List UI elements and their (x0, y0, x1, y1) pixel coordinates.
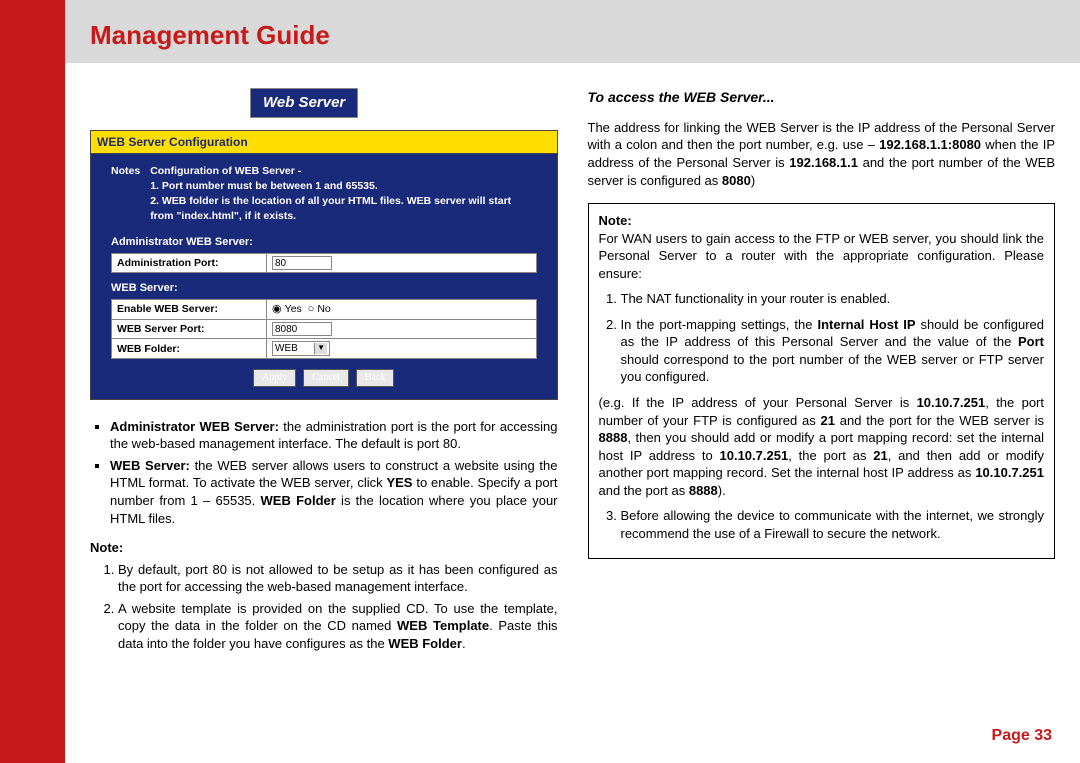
inline-bold: 21 (873, 448, 887, 463)
inline-bold: 192.168.1.1 (789, 155, 858, 170)
inline-bold: 8888 (689, 483, 718, 498)
radio-no[interactable]: ○ (308, 303, 318, 315)
note-text: and the port for the WEB server is (835, 413, 1044, 428)
config-notes: Notes Configuration of WEB Server - 1. P… (111, 164, 537, 223)
inline-bold: Internal Host IP (817, 317, 915, 332)
table-row: WEB Server Port: 8080 (112, 319, 537, 338)
note-text: and the port as (599, 483, 689, 498)
page-title: Management Guide (90, 20, 1055, 51)
inline-bold: 8080 (722, 173, 751, 188)
header-band: Management Guide (65, 0, 1080, 63)
notes-label: Notes (111, 164, 140, 223)
page-wrap: Management Guide Web Server WEB Server C… (0, 0, 1080, 763)
yes-label: Yes (285, 303, 302, 315)
no-label: No (317, 303, 330, 315)
list-item: By default, port 80 is not allowed to be… (118, 561, 558, 596)
paragraph: The address for linking the WEB Server i… (588, 119, 1056, 189)
folder-label: WEB Folder: (112, 339, 267, 359)
web-server-tab: Web Server (250, 88, 358, 118)
bullet-bold: Administrator WEB Server: (110, 419, 279, 434)
list-item: The NAT functionality in your router is … (621, 290, 1045, 308)
list-item: A website template is provided on the su… (118, 600, 558, 653)
port-cell: 8080 (267, 319, 537, 338)
inline-bold: Port (1018, 334, 1044, 349)
paragraph: (e.g. If the IP address of your Personal… (599, 394, 1045, 499)
inline-bold: 21 (821, 413, 835, 428)
inline-bold: 192.168.1.1:8080 (879, 137, 981, 152)
left-note-list: By default, port 80 is not allowed to be… (90, 561, 558, 653)
inline-bold: 10.10.7.251 (720, 448, 789, 463)
left-red-sidebar (0, 0, 65, 763)
inline-bold: 10.10.7.251 (917, 395, 986, 410)
config-screenshot: Web Server WEB Server Configuration Note… (90, 88, 558, 400)
list-item: In the port-mapping settings, the Intern… (621, 316, 1045, 386)
button-row: Apply Cancel Back (111, 369, 537, 387)
inline-bold: WEB Folder (261, 493, 336, 508)
admin-port-label: Administration Port: (112, 254, 267, 273)
inline-bold: YES (386, 475, 412, 490)
section-subhead: To access the WEB Server... (588, 88, 1056, 107)
config-body: Notes Configuration of WEB Server - 1. P… (91, 154, 557, 398)
bullet-bold: WEB Server: (110, 458, 190, 473)
table-row: WEB Folder: WEB ▼ (112, 339, 537, 359)
apply-button[interactable]: Apply (253, 369, 296, 387)
note-text: In the port-mapping settings, the (621, 317, 818, 332)
column-right: To access the WEB Server... The address … (588, 88, 1056, 656)
note-box-list: The NAT functionality in your router is … (599, 290, 1045, 386)
note-text: For WAN users to gain access to the FTP … (599, 231, 1045, 281)
admin-table: Administration Port: 80 (111, 253, 537, 273)
page-number: Page 33 (992, 727, 1052, 745)
admin-section-label: Administrator WEB Server: (111, 235, 537, 250)
inline-bold: WEB Template (397, 618, 489, 633)
cancel-button[interactable]: Cancel (303, 369, 349, 387)
list-item: Before allowing the device to communicat… (621, 507, 1045, 542)
web-section-label: WEB Server: (111, 281, 537, 296)
column-left: Web Server WEB Server Configuration Note… (90, 88, 558, 656)
inline-bold: 10.10.7.251 (975, 465, 1044, 480)
note-box-list-cont: Before allowing the device to communicat… (599, 507, 1045, 542)
note-heading: Note: (599, 213, 632, 228)
folder-value: WEB (275, 342, 298, 356)
para-text: ) (751, 173, 755, 188)
notes-text: Configuration of WEB Server - 1. Port nu… (150, 164, 536, 223)
config-panel-header: WEB Server Configuration (91, 131, 557, 154)
chevron-down-icon: ▼ (314, 343, 327, 354)
admin-port-input[interactable]: 80 (272, 256, 332, 270)
enable-label: Enable WEB Server: (112, 300, 267, 320)
port-label: WEB Server Port: (112, 319, 267, 338)
note-text: , the port as (788, 448, 873, 463)
enable-cell: ◉ Yes ○ No (267, 300, 537, 320)
admin-port-cell: 80 (267, 254, 537, 273)
columns: Web Server WEB Server Configuration Note… (65, 63, 1080, 666)
folder-select[interactable]: WEB ▼ (272, 341, 330, 356)
table-row: Enable WEB Server: ◉ Yes ○ No (112, 300, 537, 320)
bullet-list: Administrator WEB Server: the administra… (90, 418, 558, 527)
web-table: Enable WEB Server: ◉ Yes ○ No WEB Server… (111, 299, 537, 359)
inline-bold: WEB Folder (388, 636, 462, 651)
note-text: ). (718, 483, 726, 498)
back-button[interactable]: Back (356, 369, 395, 387)
folder-cell: WEB ▼ (267, 339, 537, 359)
note-text: (e.g. If the IP address of your Personal… (599, 395, 917, 410)
note-heading: Note: (90, 539, 558, 557)
content-area: Management Guide Web Server WEB Server C… (65, 0, 1080, 763)
table-row: Administration Port: 80 (112, 254, 537, 273)
note-text: . (462, 636, 466, 651)
inline-bold: 8888 (599, 430, 628, 445)
list-item: Administrator WEB Server: the administra… (110, 418, 558, 453)
list-item: WEB Server: the WEB server allows users … (110, 457, 558, 527)
radio-yes[interactable]: ◉ (272, 303, 285, 315)
note-text: should correspond to the port number of … (621, 352, 1045, 385)
note-box: Note: For WAN users to gain access to th… (588, 203, 1056, 559)
config-ui: WEB Server Configuration Notes Configura… (90, 130, 558, 400)
port-input[interactable]: 8080 (272, 322, 332, 336)
